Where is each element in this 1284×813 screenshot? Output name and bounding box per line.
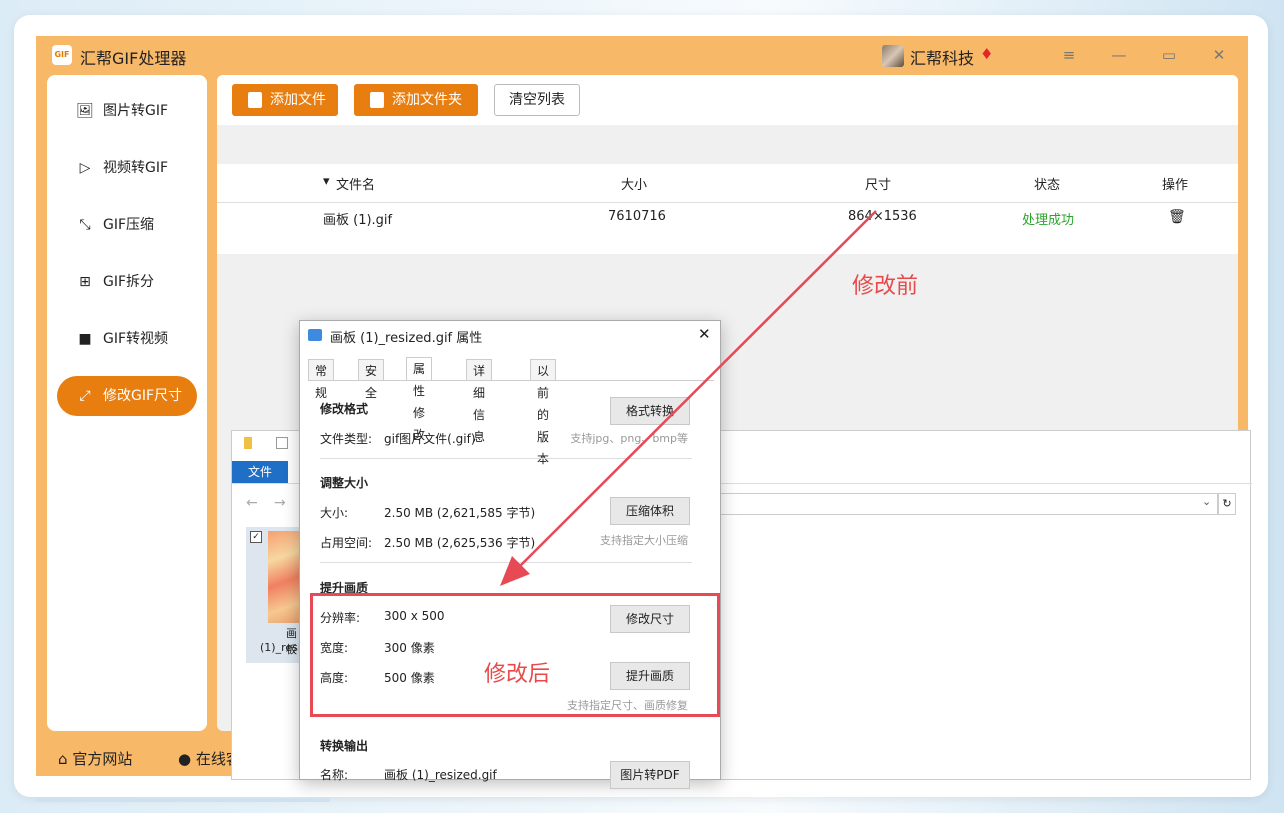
resize-icon: ⤢: [79, 388, 91, 404]
close-icon[interactable]: ✕: [698, 325, 711, 343]
split-icon: ⊞: [79, 274, 91, 290]
close-icon[interactable]: ✕: [1207, 43, 1231, 67]
video-icon: ■: [78, 331, 92, 347]
add-folder-icon: [370, 92, 384, 108]
gif-thumbnail: [268, 531, 300, 623]
dialog-panel: 修改格式 格式转换 文件类型: gif图片文件(.gif) 支持jpg、png、…: [308, 380, 714, 789]
image-to-pdf-button[interactable]: 图片转PDF: [610, 761, 690, 789]
tab-security[interactable]: 安全: [358, 359, 385, 400]
app-logo-icon: GIF: [52, 45, 72, 65]
name-value: 画板 (1)_resized.gif: [384, 768, 497, 782]
avatar[interactable]: [882, 45, 904, 67]
sidebar-item-gif-resize[interactable]: ⤢ 修改GIF尺寸: [57, 376, 197, 416]
official-website-link[interactable]: ⌂ 官方网站: [58, 748, 132, 769]
divider: [320, 562, 692, 563]
section-output: 转换输出: [320, 739, 369, 753]
filetype-label: 文件类型:: [320, 432, 373, 446]
checkbox-icon[interactable]: ✓: [250, 531, 262, 543]
compress-hint: 支持指定大小压缩: [600, 534, 688, 547]
annotation-after: 修改后: [484, 662, 551, 687]
sidebar: 🖼 图片转GIF ▷ 视频转GIF ⤡ GIF压缩 ⊞ GIF拆分 ■ GIF转…: [47, 75, 207, 731]
sidebar-item-label: 修改GIF尺寸: [103, 388, 183, 404]
tab-previous-versions[interactable]: 以前的版本: [530, 359, 557, 466]
size-label: 大小:: [320, 506, 349, 520]
cell-name: 画板 (1).gif: [323, 213, 393, 228]
section-format: 修改格式: [320, 402, 369, 416]
sidebar-item-gif-to-video[interactable]: ■ GIF转视频: [57, 319, 197, 359]
address-bar[interactable]: [720, 493, 1218, 515]
compress-icon: ⤡: [79, 217, 91, 233]
checklist-icon: [276, 437, 288, 449]
add-file-button[interactable]: 添加文件: [232, 84, 338, 116]
sidebar-item-label: GIF转视频: [103, 331, 169, 347]
compress-button[interactable]: 压缩体积: [610, 497, 690, 525]
clear-list-button[interactable]: 清空列表: [494, 84, 580, 116]
header-dims[interactable]: 尺寸: [865, 174, 891, 193]
maximize-icon[interactable]: ▭: [1157, 43, 1181, 67]
size-value: 2.50 MB (2,621,585 字节): [384, 506, 536, 520]
sidebar-item-image-to-gif[interactable]: 🖼 图片转GIF: [57, 91, 197, 131]
vip-diamond-icon[interactable]: ♦: [980, 45, 993, 63]
file-item[interactable]: ✓ 画板 (1)_resi: [246, 527, 302, 663]
format-hint: 支持jpg、png、bmp等: [570, 432, 688, 445]
chevron-down-icon[interactable]: ⌄: [1202, 495, 1211, 508]
file-table: ▾ 文件名 大小 尺寸 状态 操作 画板 (1).gif 7610716 864…: [217, 164, 1238, 254]
header-status: 状态: [1034, 178, 1061, 193]
menu-icon[interactable]: ≡: [1057, 43, 1081, 67]
toolbar: 添加文件 添加文件夹 清空列表: [217, 75, 1238, 125]
sidebar-item-video-to-gif[interactable]: ▷ 视频转GIF: [57, 148, 197, 188]
official-website-label: 官方网站: [72, 750, 133, 768]
name-label: 名称:: [320, 768, 349, 782]
refresh-icon[interactable]: ↻: [1218, 493, 1236, 515]
add-folder-button[interactable]: 添加文件夹: [354, 84, 478, 116]
tab-property-edit[interactable]: 属性修改: [406, 357, 433, 442]
highlight-box: [310, 593, 720, 717]
sidebar-item-label: GIF压缩: [103, 217, 155, 233]
filetype-value: gif图片文件(.gif): [384, 432, 476, 446]
file-tab[interactable]: 文件: [232, 461, 288, 483]
app-title: 汇帮GIF处理器: [80, 49, 187, 68]
tab-details[interactable]: 详细信息: [466, 359, 493, 444]
forward-icon[interactable]: →: [274, 495, 286, 511]
space-label: 占用空间:: [320, 536, 373, 550]
scroll-indicator: [36, 798, 330, 802]
divider: [320, 458, 692, 459]
sidebar-item-label: 图片转GIF: [103, 103, 169, 119]
annotation-before: 修改前: [852, 274, 919, 299]
cell-dims: 864×1536: [848, 209, 917, 224]
section-size: 调整大小: [320, 476, 369, 490]
sidebar-item-gif-split[interactable]: ⊞ GIF拆分: [57, 262, 197, 302]
header-action: 操作: [1162, 178, 1189, 193]
dialog-title: 画板 (1)_resized.gif 属性: [330, 331, 483, 346]
company-name[interactable]: 汇帮科技: [910, 45, 974, 69]
file-label-2: (1)_resi: [260, 641, 301, 654]
divider: [217, 202, 1238, 203]
sidebar-item-gif-compress[interactable]: ⤡ GIF压缩: [57, 205, 197, 245]
trash-icon[interactable]: 🗑: [1168, 209, 1186, 225]
add-folder-label: 添加文件夹: [392, 92, 462, 108]
image-icon: 🖼: [76, 103, 94, 119]
gif-file-icon: [308, 329, 322, 341]
cell-size: 7610716: [608, 209, 666, 224]
sidebar-item-label: GIF拆分: [103, 274, 155, 290]
minimize-icon[interactable]: —: [1107, 43, 1131, 67]
format-convert-button[interactable]: 格式转换: [610, 397, 690, 425]
play-icon: ▷: [79, 160, 91, 176]
add-file-icon: [248, 92, 262, 108]
add-file-label: 添加文件: [270, 92, 326, 108]
title-bar: GIF 汇帮GIF处理器 汇帮科技 ♦ ≡ — ▭ ✕: [36, 36, 1248, 74]
back-icon[interactable]: ←: [246, 495, 258, 511]
home-icon: ⌂: [58, 750, 68, 768]
sidebar-item-label: 视频转GIF: [103, 160, 169, 176]
tab-general[interactable]: 常规: [308, 359, 335, 400]
cell-status: 处理成功: [1022, 213, 1075, 228]
header-name[interactable]: 文件名: [336, 174, 375, 193]
user-icon: ●: [178, 750, 192, 768]
header-size[interactable]: 大小: [621, 174, 647, 193]
space-value: 2.50 MB (2,625,536 字节): [384, 536, 536, 550]
folder-icon: [244, 437, 252, 449]
sort-desc-icon[interactable]: ▾: [323, 174, 330, 189]
